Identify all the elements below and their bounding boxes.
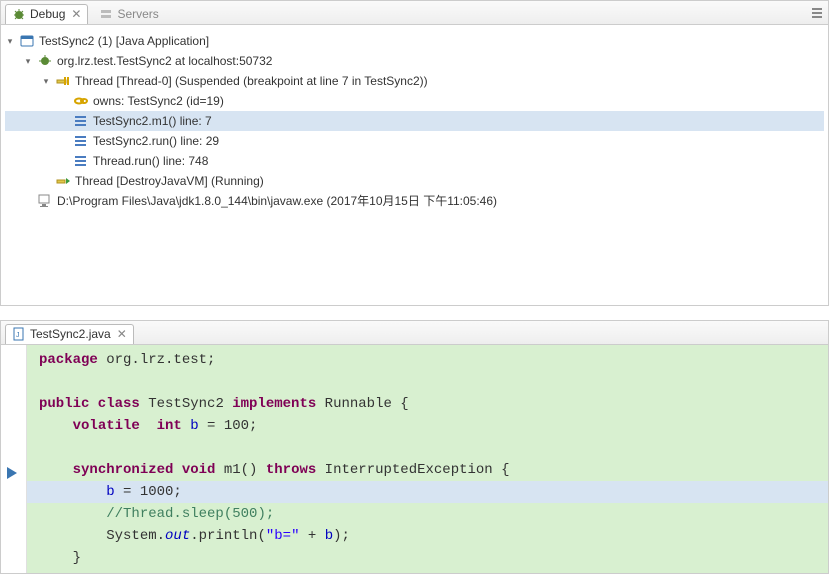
tab-label: TestSync2.java [30,327,111,341]
tree-row-target[interactable]: ▾ org.lrz.test.TestSync2 at localhost:50… [5,51,824,71]
tab-label: Servers [117,7,158,21]
expand-icon[interactable]: ▾ [23,51,33,71]
view-menu-icon[interactable] [810,6,824,20]
tab-servers[interactable]: Servers [92,4,165,24]
tab-file[interactable]: J TestSync2.java ✕ [5,324,134,344]
code-line: volatile int b = 100; [27,415,828,437]
tree-row-owns[interactable]: ▾ owns: TestSync2 (id=19) [5,91,824,111]
tree-label: Thread [Thread-0] (Suspended (breakpoint… [75,71,428,91]
tree-label: TestSync2.m1() line: 7 [93,111,212,131]
code-line [27,371,828,393]
code-area: package org.lrz.test; public class TestS… [1,345,828,573]
editor-tabbar: J TestSync2.java ✕ [1,321,828,345]
tree-label: Thread.run() line: 748 [93,151,208,171]
expand-icon[interactable]: ▾ [41,71,51,91]
svg-text:J: J [16,332,20,339]
tree-row-process[interactable]: ▾ D:\Program Files\Java\jdk1.8.0_144\bin… [5,191,824,211]
stackframe-icon [73,113,89,129]
tree-label: Thread [DestroyJavaVM] (Running) [75,171,264,191]
close-icon[interactable]: ✕ [71,7,81,21]
stackframe-icon [73,153,89,169]
tree-row-app[interactable]: ▾ TestSync2 (1) [Java Application] [5,31,824,51]
stackframe-icon [73,133,89,149]
tree-label: org.lrz.test.TestSync2 at localhost:5073… [57,51,272,71]
code-line: } [27,547,828,569]
process-icon [37,193,53,209]
code-line-current: b = 1000; [27,481,828,503]
lock-owned-icon [73,93,89,109]
close-icon[interactable]: ✕ [117,327,127,341]
debug-view: Debug ✕ Servers ▾ TestSync2 (1) [Java Ap… [0,0,829,306]
tree-label: TestSync2 (1) [Java Application] [39,31,209,51]
code-line: package org.lrz.test; [27,349,828,371]
execution-pointer-icon [5,465,19,481]
java-file-icon: J [12,327,26,341]
debug-target-icon [37,53,53,69]
source-code[interactable]: package org.lrz.test; public class TestS… [27,345,828,573]
code-line: synchronized void m1() throws Interrupte… [27,459,828,481]
java-app-icon [19,33,35,49]
tree-row-frame3[interactable]: ▾ Thread.run() line: 748 [5,151,824,171]
editor-gutter[interactable] [1,345,27,573]
debug-tabbar: Debug ✕ Servers [1,1,828,25]
servers-icon [99,7,113,21]
tree-row-thread1[interactable]: ▾ Thread [DestroyJavaVM] (Running) [5,171,824,191]
code-line [27,437,828,459]
thread-running-icon [55,173,71,189]
debug-tree[interactable]: ▾ TestSync2 (1) [Java Application] ▾ org… [1,25,828,305]
tree-row-frame1[interactable]: ▾ TestSync2.m1() line: 7 [5,111,824,131]
tree-row-frame2[interactable]: ▾ TestSync2.run() line: 29 [5,131,824,151]
thread-suspended-icon [55,73,71,89]
tree-row-thread0[interactable]: ▾ Thread [Thread-0] (Suspended (breakpoi… [5,71,824,91]
bug-icon [12,7,26,21]
code-line: public class TestSync2 implements Runnab… [27,393,828,415]
tree-label: owns: TestSync2 (id=19) [93,91,224,111]
expand-icon[interactable]: ▾ [5,31,15,51]
code-line: //Thread.sleep(500); [27,503,828,525]
code-line: System.out.println("b=" + b); [27,525,828,547]
tab-debug[interactable]: Debug ✕ [5,4,88,24]
tab-label: Debug [30,7,65,21]
tree-label: D:\Program Files\Java\jdk1.8.0_144\bin\j… [57,191,497,211]
editor-view: J TestSync2.java ✕ package org.lrz.test;… [0,320,829,574]
tree-label: TestSync2.run() line: 29 [93,131,219,151]
